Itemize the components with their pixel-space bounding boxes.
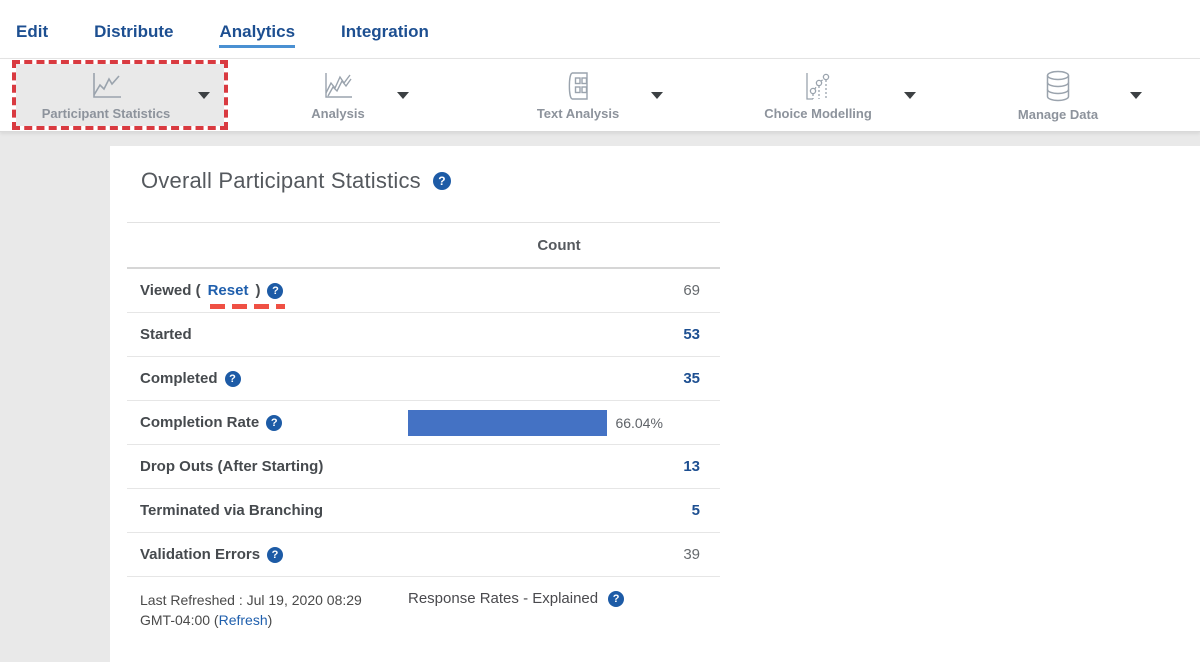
row-label: Validation Errors — [140, 546, 260, 563]
ribbon-col-analysis: Analysis — [240, 59, 480, 131]
document-grid-icon — [561, 70, 595, 102]
row-value: 39 — [683, 546, 700, 563]
chevron-down-icon[interactable] — [198, 92, 210, 99]
table-row-validation-errors: Validation Errors ? 39 — [127, 533, 720, 577]
help-icon[interactable]: ? — [608, 591, 624, 607]
row-label: Terminated via Branching — [140, 502, 323, 519]
tool-ribbon: Participant Statistics Analysis — [0, 58, 1200, 132]
help-icon[interactable]: ? — [267, 283, 283, 299]
row-value: 69 — [683, 282, 700, 299]
tool-analysis[interactable]: Analysis — [311, 70, 364, 121]
table-row-viewed: Viewed ( Reset ) ? 69 — [127, 269, 720, 313]
participant-statistics-table: Count Viewed ( Reset ) ? 69 Started 53 C… — [127, 222, 720, 630]
annotation-reset-underline: Reset ) ? — [208, 282, 284, 299]
scatter-chart-icon — [798, 70, 838, 102]
row-label: Completion Rate — [140, 414, 259, 431]
chevron-down-icon[interactable] — [1130, 92, 1142, 99]
page-title: Overall Participant Statistics — [141, 168, 421, 194]
help-icon[interactable]: ? — [433, 172, 451, 190]
multi-line-chart-icon — [318, 70, 358, 102]
help-icon[interactable]: ? — [225, 371, 241, 387]
tool-label: Manage Data — [1018, 107, 1098, 122]
table-row-terminated: Terminated via Branching 5 — [127, 489, 720, 533]
last-refreshed-line2: GMT-04:00 ( — [140, 612, 219, 628]
tool-text-analysis[interactable]: Text Analysis — [537, 70, 619, 121]
completion-rate-value: 66.04% — [615, 415, 662, 431]
tool-choice-modelling[interactable]: Choice Modelling — [764, 70, 872, 121]
count-column-header: Count — [408, 237, 710, 254]
table-row-started: Started 53 — [127, 313, 720, 357]
chevron-down-icon[interactable] — [651, 92, 663, 99]
row-label: Drop Outs (After Starting) — [140, 458, 323, 475]
table-row-completed: Completed ? 35 — [127, 357, 720, 401]
refresh-link[interactable]: Refresh — [219, 612, 268, 628]
row-value: 35 — [683, 370, 700, 387]
row-value: 13 — [683, 458, 700, 475]
last-refreshed-text: Last Refreshed : Jul 19, 2020 08:29 GMT-… — [127, 590, 408, 630]
ribbon-col-participant-statistics: Participant Statistics — [0, 59, 240, 131]
nav-edit[interactable]: Edit — [16, 22, 48, 48]
annotation-selected-tool-box: Participant Statistics — [12, 60, 229, 130]
table-row-completion-rate: Completion Rate ? 66.04% — [127, 401, 720, 445]
row-label: Started — [140, 326, 192, 343]
database-icon — [1041, 69, 1075, 103]
completion-rate-bar-fill — [408, 410, 607, 436]
row-value: 53 — [683, 326, 700, 343]
chevron-down-icon[interactable] — [397, 92, 409, 99]
last-refreshed-line1: Last Refreshed : Jul 19, 2020 08:29 — [140, 592, 362, 608]
row-value: 5 — [692, 502, 700, 519]
nav-integration[interactable]: Integration — [341, 22, 429, 48]
reset-link[interactable]: Reset — [208, 282, 249, 299]
ribbon-col-text-analysis: Text Analysis — [480, 59, 720, 131]
chevron-down-icon[interactable] — [904, 92, 916, 99]
tool-participant-statistics[interactable]: Participant Statistics — [16, 64, 225, 126]
tool-label: Choice Modelling — [764, 106, 872, 121]
row-label-suffix: ) — [255, 282, 260, 299]
tool-participant-statistics-block[interactable]: Participant Statistics — [42, 70, 171, 121]
nav-analytics[interactable]: Analytics — [219, 22, 295, 48]
tool-label: Analysis — [311, 106, 364, 121]
row-label: Viewed ( — [140, 282, 201, 299]
line-chart-icon — [86, 70, 126, 102]
help-icon[interactable]: ? — [267, 547, 283, 563]
top-header: Edit Distribute Analytics Integration Pa… — [0, 0, 1200, 132]
last-refreshed-close-paren: ) — [268, 612, 273, 628]
ribbon-col-choice-modelling: Choice Modelling — [720, 59, 960, 131]
nav-distribute[interactable]: Distribute — [94, 22, 173, 48]
statistics-panel: Overall Participant Statistics ? Count V… — [110, 146, 1200, 662]
main-nav: Edit Distribute Analytics Integration — [0, 0, 1200, 58]
table-header-row: Count — [127, 222, 720, 269]
help-icon[interactable]: ? — [266, 415, 282, 431]
completion-rate-bar: 66.04% — [408, 410, 710, 436]
ribbon-col-manage-data: Manage Data — [960, 59, 1200, 131]
table-footer: Last Refreshed : Jul 19, 2020 08:29 GMT-… — [127, 577, 720, 630]
tool-label: Text Analysis — [537, 106, 619, 121]
table-row-drop-outs: Drop Outs (After Starting) 13 — [127, 445, 720, 489]
tool-label: Participant Statistics — [42, 106, 171, 121]
row-label: Completed — [140, 370, 218, 387]
response-rates-link[interactable]: Response Rates - Explained — [408, 590, 598, 607]
tool-manage-data[interactable]: Manage Data — [1018, 69, 1098, 122]
